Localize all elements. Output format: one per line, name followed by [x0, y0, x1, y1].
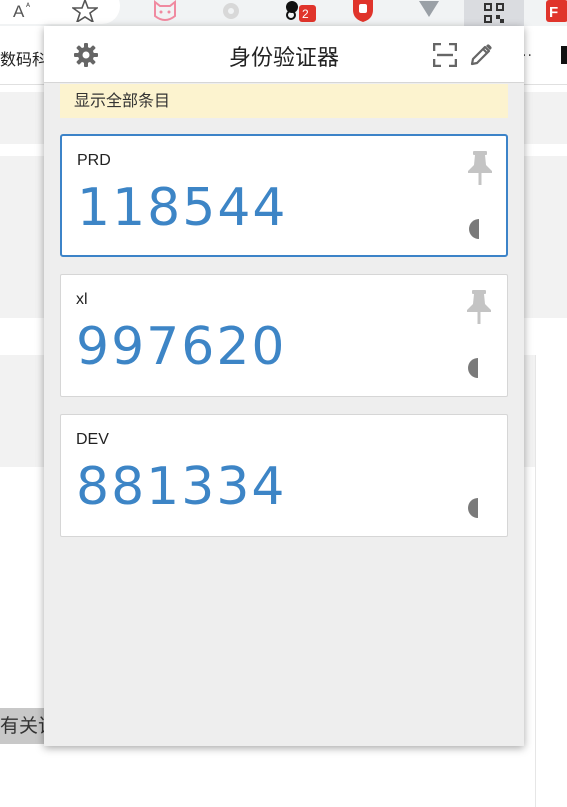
show-all-entries-notice[interactable]: 显示全部条目 — [60, 84, 508, 118]
fe-extension-icon[interactable]: F — [546, 0, 567, 22]
edit-button[interactable] — [468, 42, 494, 68]
cat-extension-icon[interactable] — [150, 0, 180, 22]
account-entry[interactable]: xl 997620 — [60, 274, 508, 397]
countdown-timer-icon — [469, 219, 479, 239]
star-icon[interactable] — [70, 0, 100, 22]
svg-text:ᴬ: ᴬ — [25, 1, 31, 11]
pin-icon[interactable] — [466, 290, 492, 324]
read-aloud-icon[interactable]: Aᴬ — [10, 0, 40, 22]
gear-extension-icon[interactable] — [216, 0, 246, 22]
vue-devtools-icon[interactable] — [414, 0, 444, 22]
entry-issuer: DEV — [76, 431, 109, 448]
account-entry[interactable]: DEV 881334 — [60, 414, 508, 537]
authenticator-extension-icon[interactable] — [464, 0, 524, 26]
account-entry[interactable]: PRD 118544 — [60, 134, 508, 257]
page-highlighted-text: 有关该 — [0, 708, 48, 744]
popup-header: 身份验证器 — [44, 26, 524, 83]
entry-code[interactable]: 118544 — [77, 178, 288, 238]
shield-extension-icon[interactable] — [348, 0, 378, 22]
entry-code[interactable]: 881334 — [76, 457, 287, 517]
svg-text:F: F — [549, 4, 558, 21]
countdown-timer-icon — [468, 358, 478, 378]
pin-icon[interactable] — [467, 151, 493, 185]
extension-with-badge-icon[interactable]: 2 — [282, 0, 318, 22]
bookmark-favicon[interactable] — [561, 46, 567, 64]
entry-issuer: PRD — [77, 152, 111, 169]
countdown-timer-icon — [468, 498, 478, 518]
scan-qr-button[interactable] — [432, 42, 458, 68]
extension-badge-count: 2 — [302, 7, 309, 21]
entry-issuer: xl — [76, 291, 88, 308]
bookmark-item[interactable]: 数码科 — [0, 46, 48, 70]
scan-qr-icon — [433, 43, 457, 67]
page-divider — [535, 355, 536, 807]
authenticator-popup: 身份验证器 显示全部条目 PRD 118544 xl 997620 DEV 88… — [44, 26, 524, 746]
svg-text:A: A — [13, 2, 25, 21]
pencil-icon — [470, 44, 492, 66]
entry-code[interactable]: 997620 — [76, 317, 287, 377]
browser-toolbar: Aᴬ 2 F — [0, 0, 567, 26]
